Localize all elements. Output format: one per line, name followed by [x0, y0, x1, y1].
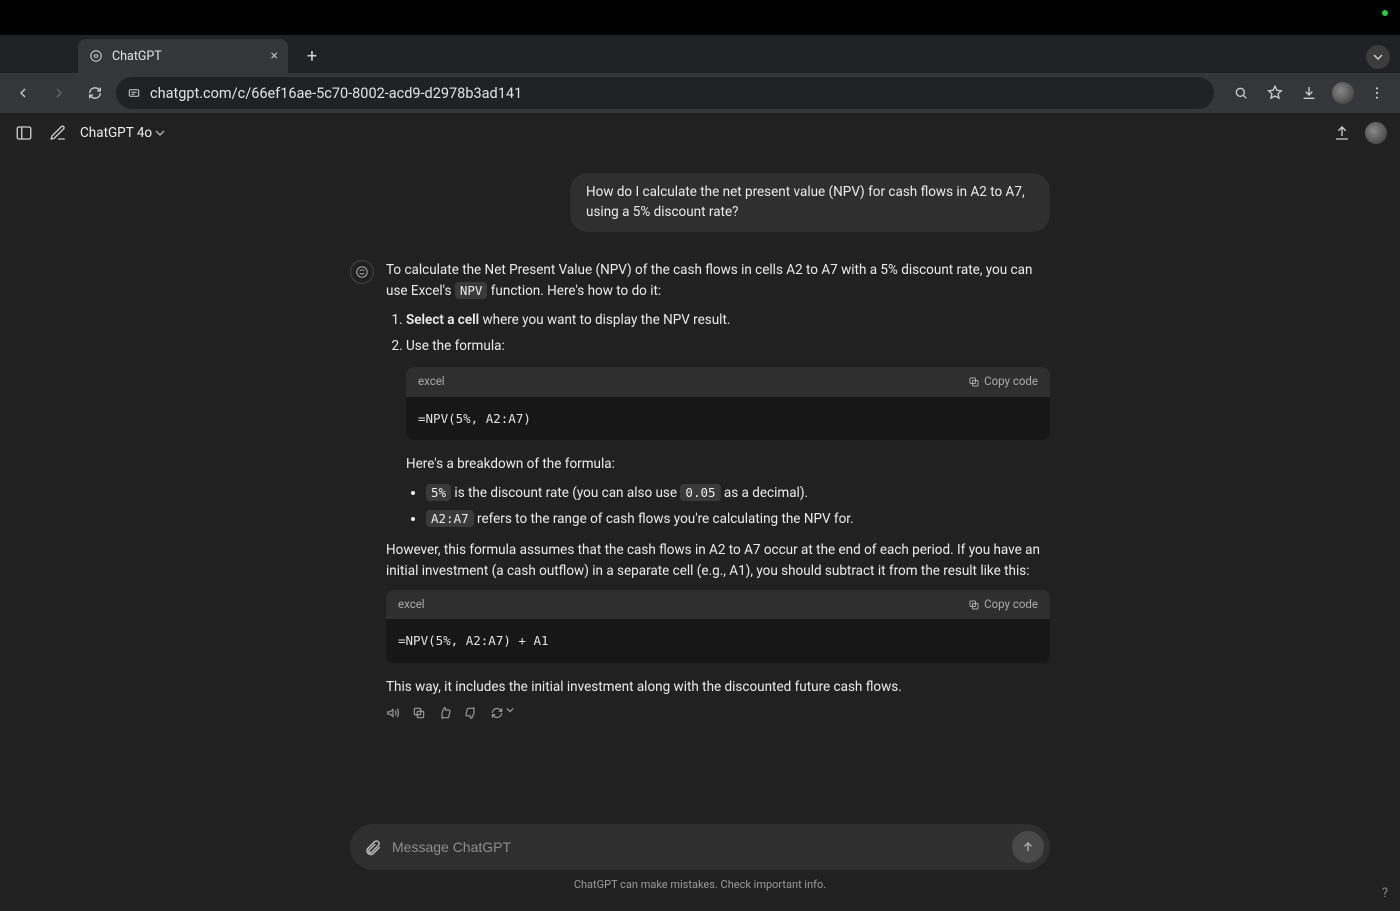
- composer-input[interactable]: [392, 839, 1002, 855]
- url-bar[interactable]: chatgpt.com/c/66ef16ae-5c70-8002-acd9-d2…: [116, 77, 1214, 109]
- breakdown-intro: Here's a breakdown of the formula:: [406, 454, 1050, 475]
- however-paragraph: However, this formula assumes that the c…: [386, 540, 1050, 582]
- assistant-message-body: To calculate the Net Present Value (NPV)…: [386, 260, 1050, 720]
- assistant-avatar-icon: [350, 260, 374, 284]
- code-header: excel Copy code: [406, 367, 1050, 397]
- inline-code: 5%: [426, 484, 451, 501]
- app-content: ChatGPT 4o How do I calculate the net pr…: [0, 113, 1400, 911]
- read-aloud-icon[interactable]: [386, 706, 400, 720]
- assistant-message-row: To calculate the Net Present Value (NPV)…: [350, 260, 1050, 720]
- code-lang-label: excel: [398, 596, 425, 614]
- thumbs-down-icon[interactable]: [464, 706, 478, 720]
- downloads-icon[interactable]: [1294, 78, 1324, 108]
- send-button[interactable]: [1012, 831, 1044, 863]
- new-tab-button[interactable]: +: [298, 42, 326, 70]
- tab-title: ChatGPT: [112, 49, 263, 64]
- reload-button[interactable]: [80, 78, 110, 108]
- code-lang-label: excel: [418, 373, 445, 391]
- composer-area: ChatGPT can make mistakes. Check importa…: [0, 824, 1400, 891]
- copy-code-button[interactable]: Copy code: [968, 596, 1038, 614]
- regenerate-icon[interactable]: [490, 706, 514, 720]
- chatgpt-favicon: [88, 48, 104, 64]
- assistant-intro: To calculate the Net Present Value (NPV)…: [386, 260, 1050, 302]
- attach-icon[interactable]: [364, 838, 382, 856]
- inline-code: NPV: [455, 282, 488, 299]
- bullet-list: 5% is the discount rate (you can also us…: [426, 483, 1050, 530]
- tablist-dropdown-button[interactable]: [1366, 45, 1390, 69]
- url-text: chatgpt.com/c/66ef16ae-5c70-8002-acd9-d2…: [150, 85, 1204, 102]
- step-item: Use the formula:: [406, 336, 1050, 357]
- code-block: excel Copy code =NPV(5%, A2:A7) + A1: [386, 590, 1050, 663]
- profile-avatar[interactable]: [1328, 78, 1358, 108]
- steps-list: Select a cell where you want to display …: [406, 310, 1050, 357]
- help-button[interactable]: ?: [1382, 886, 1388, 901]
- sidebar-toggle-icon[interactable]: [12, 121, 36, 145]
- os-titlebar: [0, 0, 1400, 35]
- app-header: ChatGPT 4o: [0, 113, 1400, 153]
- list-item: 5% is the discount rate (you can also us…: [426, 483, 1050, 504]
- code-content[interactable]: =NPV(5%, A2:A7): [406, 397, 1050, 440]
- user-avatar[interactable]: [1364, 121, 1388, 145]
- search-icon[interactable]: [1226, 78, 1256, 108]
- overflow-menu-icon[interactable]: [1362, 78, 1392, 108]
- chevron-down-icon: [155, 128, 165, 138]
- bookmark-icon[interactable]: [1260, 78, 1290, 108]
- composer[interactable]: [350, 824, 1050, 870]
- code-block: excel Copy code =NPV(5%, A2:A7): [406, 367, 1050, 440]
- disclaimer-text: ChatGPT can make mistakes. Check importa…: [574, 878, 826, 891]
- user-message-row: How do I calculate the net present value…: [350, 173, 1050, 232]
- copy-code-button[interactable]: Copy code: [968, 373, 1038, 391]
- back-button[interactable]: [8, 78, 38, 108]
- close-tab-icon[interactable]: ×: [271, 48, 278, 64]
- site-info-icon[interactable]: [126, 85, 142, 101]
- share-icon[interactable]: [1330, 121, 1354, 145]
- model-label: ChatGPT 4o: [80, 125, 152, 141]
- inline-code: 0.05: [680, 484, 720, 501]
- chat-column: How do I calculate the net present value…: [350, 173, 1050, 720]
- new-chat-icon[interactable]: [46, 121, 70, 145]
- list-item: A2:A7 refers to the range of cash flows …: [426, 509, 1050, 530]
- browser-tabstrip: ChatGPT × +: [0, 35, 1400, 73]
- user-message-bubble[interactable]: How do I calculate the net present value…: [570, 173, 1050, 232]
- copy-message-icon[interactable]: [412, 706, 426, 720]
- status-dot: [1382, 10, 1388, 16]
- browser-tab-active[interactable]: ChatGPT ×: [78, 39, 288, 73]
- step-item: Select a cell where you want to display …: [406, 310, 1050, 331]
- code-header: excel Copy code: [386, 590, 1050, 620]
- thumbs-up-icon[interactable]: [438, 706, 452, 720]
- inline-code: A2:A7: [426, 510, 474, 527]
- model-picker[interactable]: ChatGPT 4o: [80, 125, 165, 141]
- closing-paragraph: This way, it includes the initial invest…: [386, 677, 1050, 698]
- browser-toolbar: chatgpt.com/c/66ef16ae-5c70-8002-acd9-d2…: [0, 73, 1400, 113]
- code-content[interactable]: =NPV(5%, A2:A7) + A1: [386, 619, 1050, 662]
- forward-button[interactable]: [44, 78, 74, 108]
- message-actions: [386, 706, 1050, 720]
